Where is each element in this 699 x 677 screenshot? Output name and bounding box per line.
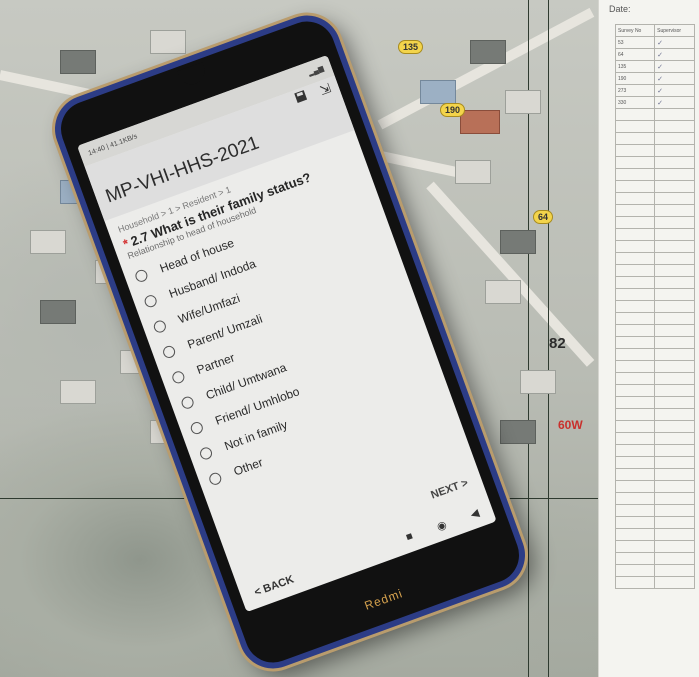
map-label: 135: [398, 40, 424, 54]
survey-table: Survey No Supervisor 53 ✓ 64 ✓ 135 ✓ 190 ✓ 2…: [614, 24, 695, 589]
home-icon[interactable]: ◉: [435, 517, 448, 533]
check-mark: ✓: [654, 36, 695, 49]
table-row: 190 ✓: [614, 72, 695, 85]
empty-row: [614, 468, 695, 481]
empty-row: [614, 144, 695, 157]
empty-row: [614, 552, 695, 565]
empty-row: [614, 252, 695, 265]
empty-row: [614, 480, 695, 493]
survey-number-cell: 330: [614, 96, 656, 109]
navigation-bar: < BACK ■ ◉ ◀: [237, 493, 497, 612]
photo-scene: 330 135 273 190 64 82 60W A Date: Survey…: [0, 0, 699, 677]
check-mark: ✓: [654, 96, 695, 109]
table-row: 330 ✓: [614, 96, 695, 109]
survey-number-cell: 190: [614, 72, 656, 85]
survey-number-cell: 53: [614, 36, 656, 49]
empty-row: [614, 348, 695, 361]
empty-row: [614, 324, 695, 337]
empty-row: [614, 156, 695, 169]
table-row: 135 ✓: [614, 60, 695, 73]
table-row: 64 ✓: [614, 48, 695, 61]
empty-row: [614, 312, 695, 325]
save-icon[interactable]: [293, 89, 310, 108]
radio-unchecked-icon[interactable]: [142, 293, 159, 309]
date-label: Date:: [609, 4, 631, 14]
empty-row: [614, 540, 695, 553]
survey-number-cell: 64: [614, 48, 656, 61]
empty-row: [614, 504, 695, 517]
empty-row: [614, 264, 695, 277]
map-red-label: 60W: [558, 418, 583, 432]
map-grid-number: 82: [549, 335, 566, 352]
empty-row: [614, 564, 695, 577]
empty-row: [614, 528, 695, 541]
empty-row: [614, 120, 695, 133]
radio-unchecked-icon[interactable]: [152, 318, 168, 334]
empty-row: [614, 288, 695, 301]
empty-row: [614, 408, 695, 421]
empty-row: [614, 204, 695, 217]
signal-icon: ▂▄▆: [307, 65, 325, 78]
check-mark: ✓: [654, 48, 695, 61]
empty-row: [614, 360, 695, 373]
empty-row: [614, 396, 695, 409]
front-camera-notch: [177, 62, 209, 89]
empty-row: [614, 216, 695, 229]
radio-unchecked-icon[interactable]: [161, 343, 177, 360]
empty-row: [614, 228, 695, 241]
check-mark: ✓: [654, 84, 695, 97]
survey-number-cell: 135: [614, 60, 656, 73]
empty-row: [614, 192, 695, 205]
system-nav: ■ ◉ ◀: [404, 506, 481, 544]
back-triangle-icon[interactable]: ◀: [468, 506, 481, 521]
empty-row: [614, 372, 695, 385]
survey-tally-sheet: Date: Survey No Supervisor 53 ✓ 64 ✓ 135 ✓ …: [598, 0, 699, 677]
recent-apps-icon[interactable]: ■: [404, 530, 414, 544]
map-label: 64: [533, 210, 554, 224]
check-mark: ✓: [654, 72, 695, 85]
empty-row: [614, 336, 695, 349]
column-header: Supervisor: [654, 24, 695, 37]
column-header: Survey No: [614, 24, 656, 37]
survey-number-cell: 273: [614, 84, 656, 97]
radio-unchecked-icon[interactable]: [170, 369, 186, 385]
empty-row: [614, 180, 695, 193]
empty-row: [614, 444, 695, 457]
empty-row: [614, 492, 695, 505]
empty-row: [614, 300, 695, 313]
radio-unchecked-icon[interactable]: [188, 419, 205, 436]
check-mark: ✓: [654, 60, 695, 73]
empty-row: [614, 168, 695, 181]
empty-row: [614, 276, 695, 289]
radio-unchecked-icon[interactable]: [207, 470, 223, 487]
empty-row: [614, 132, 695, 145]
empty-row: [614, 456, 695, 469]
radio-unchecked-icon[interactable]: [133, 267, 149, 284]
next-button[interactable]: NEXT >: [429, 477, 470, 502]
table-row: 273 ✓: [614, 84, 695, 97]
empty-row: [614, 384, 695, 397]
empty-row: [614, 420, 695, 433]
map-label: 190: [440, 103, 466, 117]
empty-row: [614, 240, 695, 253]
empty-row: [614, 108, 695, 121]
empty-row: [614, 516, 695, 529]
radio-unchecked-icon[interactable]: [198, 445, 214, 461]
signal-icon[interactable]: ⇲: [318, 80, 334, 99]
empty-row: [614, 576, 695, 589]
radio-unchecked-icon[interactable]: [179, 394, 196, 410]
back-button[interactable]: < BACK: [253, 573, 296, 598]
empty-row: [614, 432, 695, 445]
option-label: Other: [231, 454, 265, 479]
table-row: 53 ✓: [614, 36, 695, 49]
